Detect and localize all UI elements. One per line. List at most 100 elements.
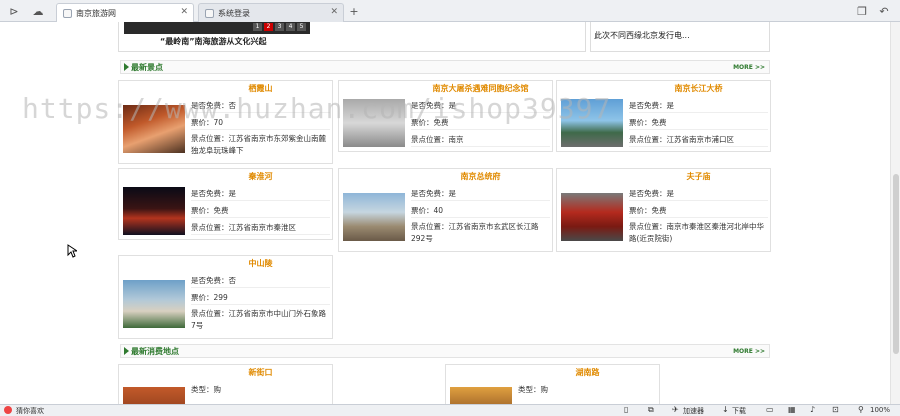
spot-location: 景点位置：江苏省南京市玄武区长江路292号 <box>411 222 539 243</box>
spot-location: 景点位置：南京 <box>411 133 550 147</box>
spot-card[interactable]: 夫子庙 是否免费：是 票价：免费 景点位置：南京市秦淮区秦淮河北岸中华路(近贡院… <box>556 168 771 252</box>
spot-photo[interactable] <box>561 99 623 147</box>
spot-name[interactable]: 南京大屠杀遇难同胞纪念馆 <box>409 83 552 94</box>
download-icon: ↓ <box>722 405 729 414</box>
arrow-right-icon <box>124 63 129 71</box>
spot-location: 景点位置：江苏省南京市浦口区 <box>629 133 768 147</box>
spot-card[interactable]: 南京大屠杀遇难同胞纪念馆 是否免费：是 票价：免费 景点位置：南京 <box>338 80 553 152</box>
vertical-scrollbar[interactable] <box>890 22 900 404</box>
section-latest-spots: 最新景点 MORE >> <box>120 60 770 74</box>
recommend-label[interactable]: 猜你喜欢 <box>16 406 44 416</box>
close-tab-icon[interactable]: ✕ <box>180 7 188 17</box>
window-icon[interactable]: ▭ <box>766 405 774 414</box>
spot-location: 景点位置：江苏省南京市东郊紫金山南麓独龙阜玩珠峰下 <box>191 134 326 155</box>
shop-card[interactable]: 湖南路 类型：购 <box>445 364 660 404</box>
spot-price: 票价：299 <box>191 291 330 305</box>
spot-price: 票价：40 <box>411 204 550 218</box>
spot-photo[interactable] <box>123 105 185 153</box>
spot-photo[interactable] <box>123 187 185 235</box>
screenshot-icon[interactable]: ⧉ <box>648 405 654 415</box>
download-label[interactable]: 下载 <box>732 406 746 416</box>
undo-icon[interactable]: ↶ <box>876 3 892 19</box>
news-caption[interactable]: “最岭南”南海旅游从文化兴起 <box>160 36 267 47</box>
spot-photo[interactable] <box>343 99 405 147</box>
tab-system-login[interactable]: 系统登录 ✕ <box>198 3 344 22</box>
spot-price: 票价：免费 <box>629 116 768 130</box>
zoom-reset-icon[interactable]: ⊡ <box>832 405 839 414</box>
section-latest-shopping: 最新消费地点 MORE >> <box>120 344 770 358</box>
browser-tabbar: ⊳ ☁ 南京旅游网 ✕ 系统登录 ✕ + ❐ ↶ <box>0 0 900 22</box>
page-favicon-icon <box>205 8 214 18</box>
pager-2[interactable]: 2 <box>264 23 273 31</box>
accelerator-icon: ✈ <box>672 405 679 414</box>
spot-name[interactable]: 栖霞山 <box>189 83 332 94</box>
spot-location: 景点位置：江苏省南京市秦淮区 <box>191 221 330 235</box>
spot-free: 是否免费：否 <box>191 99 330 113</box>
section-title: 最新消费地点 <box>131 347 179 356</box>
spot-free: 是否免费：是 <box>629 99 768 113</box>
spot-card[interactable]: 南京总统府 是否免费：是 票价：40 景点位置：江苏省南京市玄武区长江路292号 <box>338 168 553 252</box>
browser-statusbar: 猜你喜欢 ▯ ⧉ ✈ 加速器 ↓ 下载 ▭ ▦ ♪ ⊡ ⚲ 100% <box>0 404 900 416</box>
recommend-icon <box>4 406 12 414</box>
restore-window-icon[interactable]: ❐ <box>854 3 870 19</box>
more-link[interactable]: MORE >> <box>733 64 765 71</box>
spot-card[interactable]: 栖霞山 是否免费：否 票价：70 景点位置：江苏省南京市东郊紫金山南麓独龙阜玩珠… <box>118 80 333 164</box>
shop-card[interactable]: 新街口 类型：购 <box>118 364 333 404</box>
shop-type: 类型：购 <box>191 385 221 394</box>
spot-card[interactable]: 秦淮河 是否免费：是 票价：免费 景点位置：江苏省南京市秦淮区 <box>118 168 333 240</box>
spot-location: 景点位置：南京市秦淮区秦淮河北岸中华路(近贡院街) <box>629 222 764 243</box>
cloud-icon[interactable]: ☁ <box>30 3 46 19</box>
close-tab-icon[interactable]: ✕ <box>330 7 338 17</box>
accelerator-label[interactable]: 加速器 <box>683 406 704 416</box>
spot-price: 票价：免费 <box>411 116 550 130</box>
grid-icon[interactable]: ▦ <box>788 405 796 414</box>
section-title: 最新景点 <box>131 63 163 72</box>
new-tab-icon[interactable]: + <box>346 3 362 19</box>
spot-price: 票价：免费 <box>191 204 330 218</box>
spot-name[interactable]: 秦淮河 <box>189 171 332 182</box>
page-favicon-icon <box>63 8 72 18</box>
tab-nanjing-travel[interactable]: 南京旅游网 ✕ <box>56 3 194 22</box>
tab-label: 系统登录 <box>218 8 250 18</box>
shop-type: 类型：购 <box>518 385 548 394</box>
spot-free: 是否免费：是 <box>191 187 330 201</box>
mobile-icon[interactable]: ▯ <box>624 405 628 414</box>
spot-card[interactable]: 南京长江大桥 是否免费：是 票价：免费 景点位置：江苏省南京市浦口区 <box>556 80 771 152</box>
spot-photo[interactable] <box>561 193 623 241</box>
spot-price: 票价：70 <box>191 116 330 130</box>
pager-4[interactable]: 4 <box>286 23 295 31</box>
sound-icon[interactable]: ♪ <box>810 405 815 414</box>
spot-photo[interactable] <box>343 193 405 241</box>
spot-free: 是否免费：是 <box>411 187 550 201</box>
spot-name[interactable]: 南京总统府 <box>409 171 552 182</box>
sidebar-toggle-icon[interactable]: ⊳ <box>6 3 22 19</box>
slider-pager: 1 2 3 4 5 <box>253 23 306 31</box>
spot-free: 是否免费：是 <box>629 187 768 201</box>
tab-label: 南京旅游网 <box>76 8 116 18</box>
news-item[interactable]: 此次不同西缘北京发行电... <box>594 30 690 41</box>
spot-free: 是否免费：是 <box>411 99 550 113</box>
pager-3[interactable]: 3 <box>275 23 284 31</box>
news-slider-image[interactable]: 1 2 3 4 5 <box>124 22 310 34</box>
shop-photo[interactable] <box>123 387 185 404</box>
zoom-level[interactable]: 100% <box>870 406 890 414</box>
pager-1[interactable]: 1 <box>253 23 262 31</box>
spot-name[interactable]: 夫子庙 <box>627 171 770 182</box>
spot-photo[interactable] <box>123 280 185 328</box>
spot-card[interactable]: 中山陵 是否免费：否 票价：299 景点位置：江苏省南京市中山门外石象路7号 <box>118 255 333 339</box>
arrow-right-icon <box>124 347 129 355</box>
more-link[interactable]: MORE >> <box>733 348 765 355</box>
spot-free: 是否免费：否 <box>191 274 330 288</box>
shop-name[interactable]: 新街口 <box>189 367 332 378</box>
spot-price: 票价：免费 <box>629 204 768 218</box>
spot-name[interactable]: 中山陵 <box>189 258 332 269</box>
spot-name[interactable]: 南京长江大桥 <box>627 83 770 94</box>
zoom-icon: ⚲ <box>858 405 864 414</box>
shop-photo[interactable] <box>450 387 512 404</box>
pager-5[interactable]: 5 <box>297 23 306 31</box>
spot-location: 景点位置：江苏省南京市中山门外石象路7号 <box>191 309 326 330</box>
mouse-cursor-icon <box>67 244 77 258</box>
page-content: 1 2 3 4 5 “最岭南”南海旅游从文化兴起 此次不同西缘北京发行电... … <box>0 22 890 404</box>
shop-name[interactable]: 湖南路 <box>516 367 659 378</box>
scrollbar-thumb[interactable] <box>893 174 899 354</box>
